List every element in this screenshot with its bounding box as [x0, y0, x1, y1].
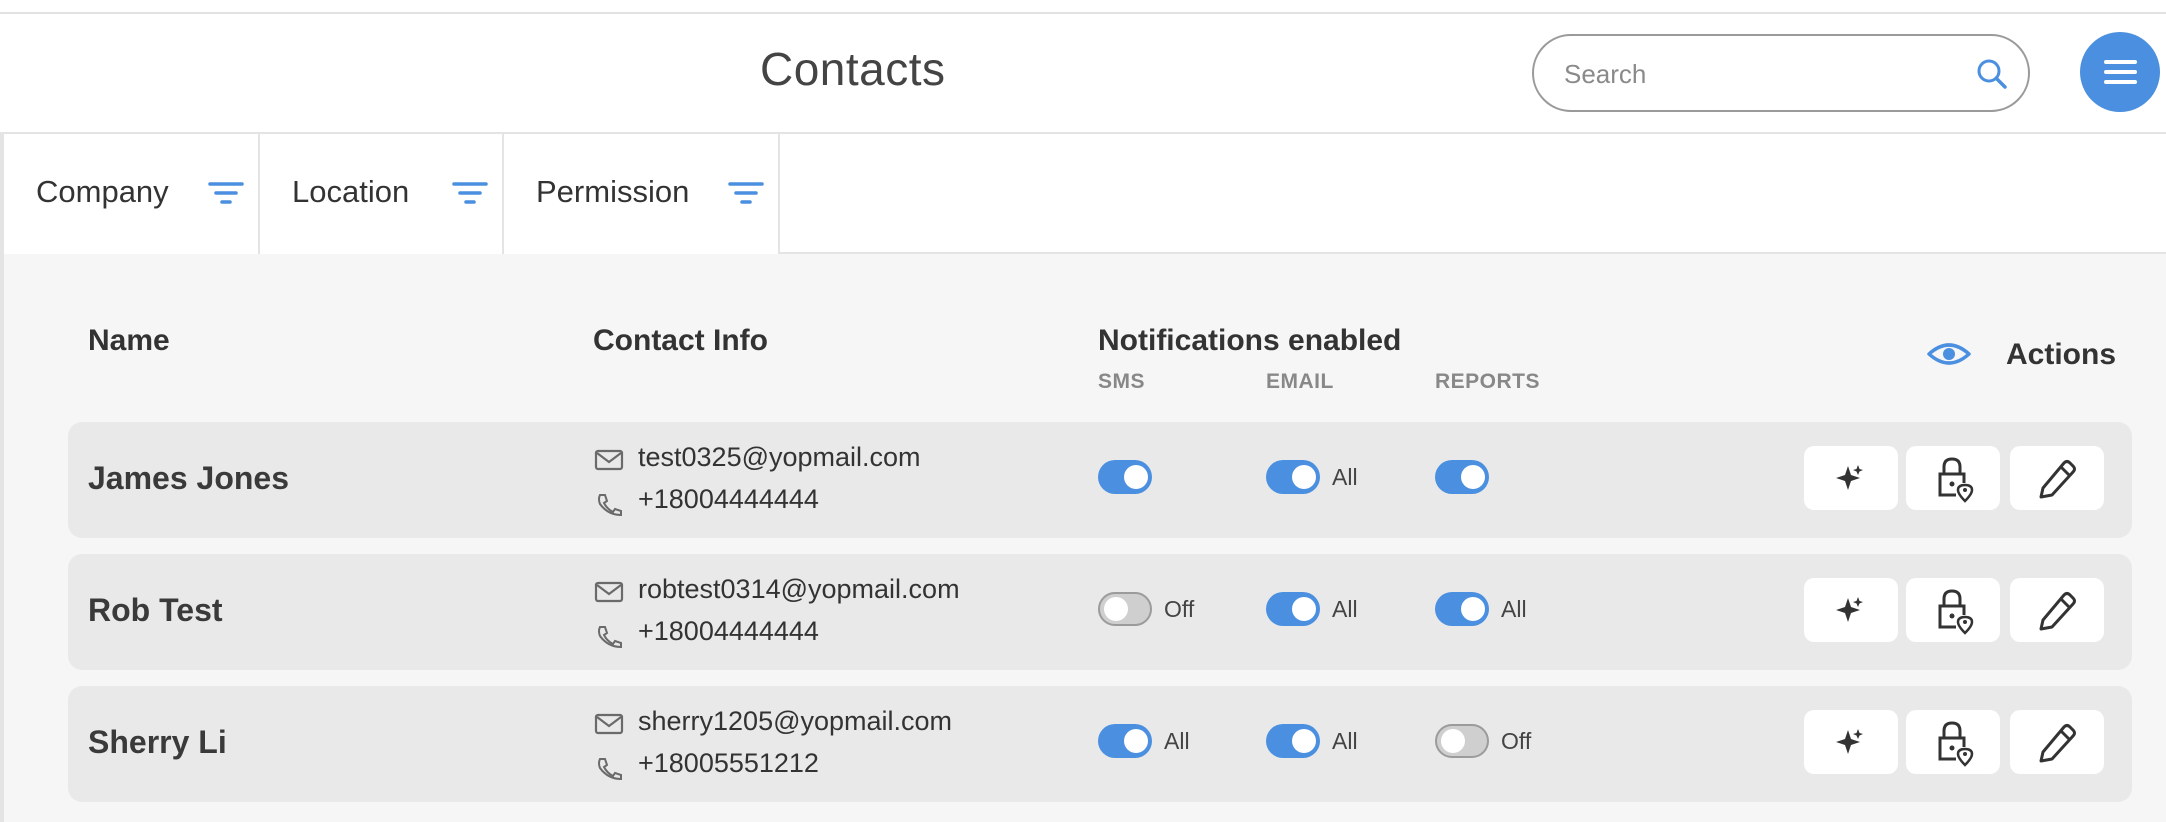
reports-toggle-label: All	[1501, 596, 1527, 622]
filter-label: Location	[292, 174, 410, 209]
contacts-table: Name Contact Info Notifications enabled …	[4, 254, 2166, 822]
edit-button[interactable]	[2010, 578, 2104, 642]
contact-email: test0325@yopmail.com	[638, 442, 921, 472]
table-row: James Jones test0325@yopmail.com +180044…	[68, 422, 2132, 538]
reports-toggle[interactable]	[1435, 460, 1489, 494]
lock-location-icon	[1938, 457, 1974, 503]
eye-icon[interactable]	[1926, 336, 1972, 372]
contact-email: sherry1205@yopmail.com	[638, 706, 953, 736]
envelope-icon	[594, 713, 624, 735]
filter-tab-permission[interactable]: Permission	[504, 134, 780, 254]
page-title: Contacts	[760, 43, 946, 95]
table-row: Rob Test robtest0314@yopmail.com +180044…	[68, 554, 2132, 670]
lock-location-icon	[1938, 721, 1974, 767]
column-header-actions: Actions	[2006, 338, 2117, 371]
edit-button[interactable]	[2010, 446, 2104, 510]
sms-toggle[interactable]	[1098, 724, 1152, 758]
search-input[interactable]	[1564, 52, 1954, 96]
filter-label: Company	[36, 174, 169, 209]
permissions-button[interactable]	[1906, 446, 2000, 510]
column-header-sms: SMS	[1098, 370, 1146, 393]
email-toggle-label: All	[1332, 728, 1358, 754]
top-strip	[0, 0, 2166, 14]
sms-toggle[interactable]	[1098, 460, 1152, 494]
sms-toggle[interactable]	[1098, 592, 1152, 626]
reports-toggle[interactable]	[1435, 724, 1489, 758]
filter-icon[interactable]	[728, 180, 764, 208]
permissions-button[interactable]	[1906, 578, 2000, 642]
pencil-icon	[2039, 724, 2076, 763]
filter-bar: Company Location Permission	[0, 134, 2166, 254]
sparkle-icon	[1836, 465, 1863, 490]
filter-icon[interactable]	[452, 180, 488, 208]
column-header-notifications: Notifications enabled	[1098, 324, 1402, 357]
email-toggle[interactable]	[1266, 592, 1320, 626]
sparkle-icon	[1836, 729, 1863, 754]
contact-name: Sherry Li	[88, 724, 227, 760]
contact-phone: +18004444444	[638, 484, 819, 514]
column-header-name: Name	[88, 324, 170, 357]
hamburger-menu-icon	[2104, 60, 2137, 64]
reports-toggle-label: Off	[1501, 728, 1532, 754]
contact-phone: +18004444444	[638, 616, 819, 646]
reports-toggle[interactable]	[1435, 592, 1489, 626]
sparkle-icon	[1836, 597, 1863, 622]
header-bar: Contacts	[0, 14, 2166, 134]
sms-toggle-label: Off	[1164, 596, 1195, 622]
filter-tab-location[interactable]: Location	[260, 134, 504, 254]
lock-location-icon	[1938, 589, 1974, 635]
pencil-icon	[2039, 460, 2076, 499]
contact-name: James Jones	[88, 460, 290, 496]
permissions-button[interactable]	[1906, 710, 2000, 774]
contact-name: Rob Test	[88, 592, 223, 628]
table-row: Sherry Li sherry1205@yopmail.com +180055…	[68, 686, 2132, 802]
search-icon[interactable]	[1974, 56, 2010, 92]
contact-phone: +18005551212	[638, 748, 819, 778]
sparkle-button[interactable]	[1804, 710, 1898, 774]
sparkle-button[interactable]	[1804, 446, 1898, 510]
email-toggle[interactable]	[1266, 460, 1320, 494]
email-toggle-label: All	[1332, 464, 1358, 490]
edit-button[interactable]	[2010, 710, 2104, 774]
search-box[interactable]	[1532, 34, 2030, 112]
envelope-icon	[594, 449, 624, 471]
menu-button[interactable]	[2080, 32, 2160, 112]
hamburger-menu-icon	[2104, 70, 2137, 74]
phone-icon	[598, 494, 622, 516]
phone-icon	[598, 758, 622, 780]
pencil-icon	[2039, 592, 2076, 631]
contact-email: robtest0314@yopmail.com	[638, 574, 960, 604]
column-header-reports: REPORTS	[1435, 370, 1541, 393]
hamburger-menu-icon	[2104, 80, 2137, 84]
filter-icon[interactable]	[208, 180, 244, 208]
envelope-icon	[594, 581, 624, 603]
column-header-email: EMAIL	[1266, 370, 1334, 393]
email-toggle[interactable]	[1266, 724, 1320, 758]
column-header-contact-info: Contact Info	[593, 324, 768, 357]
sms-toggle-label: All	[1164, 728, 1190, 754]
filter-label: Permission	[536, 174, 690, 209]
filter-tab-company[interactable]: Company	[4, 134, 260, 254]
email-toggle-label: All	[1332, 596, 1358, 622]
phone-icon	[598, 626, 622, 648]
sparkle-button[interactable]	[1804, 578, 1898, 642]
